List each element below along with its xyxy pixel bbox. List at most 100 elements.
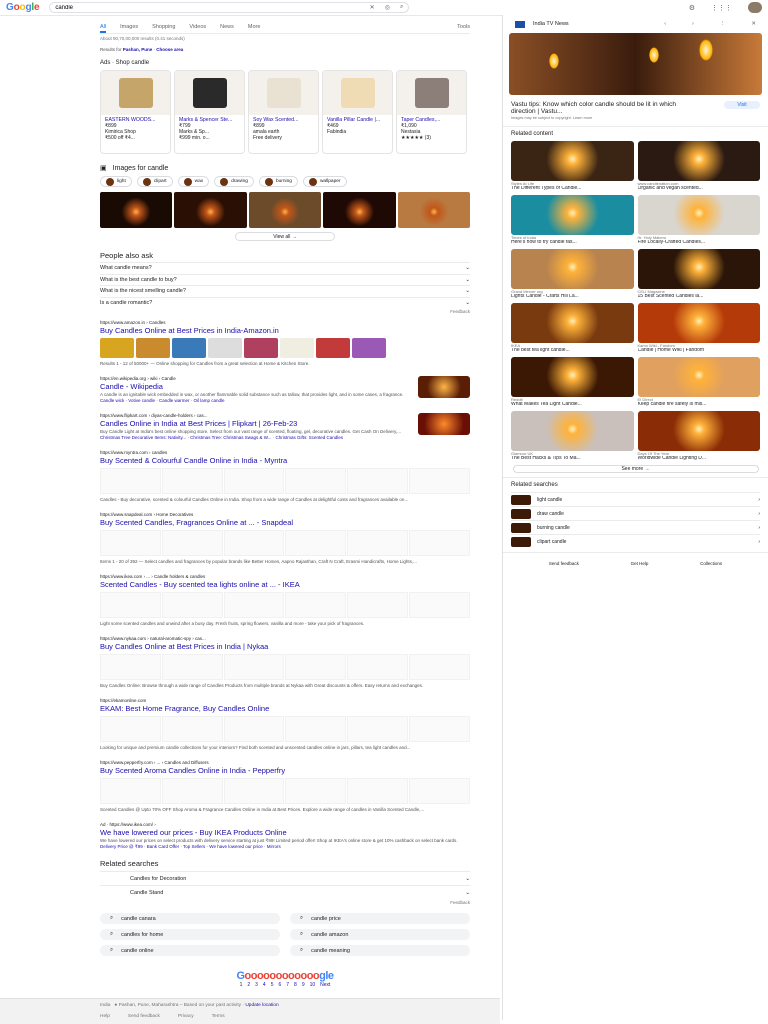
panel-footer-link[interactable]: Collections [700, 561, 722, 566]
result-title[interactable]: Buy Candles Online at Best Prices in Ind… [100, 326, 470, 335]
page-link[interactable]: 2 [247, 982, 250, 988]
product-card[interactable]: Vanilla Pillar Candle |... ₹469 Fabindia [322, 70, 393, 154]
result-image[interactable] [347, 530, 409, 556]
related-card-image[interactable] [637, 195, 760, 235]
related-card[interactable]: IKEA The best tea light candle... [511, 303, 634, 353]
result-image[interactable] [161, 530, 223, 556]
preview-image[interactable] [509, 33, 762, 95]
close-icon[interactable]: ✕ [751, 21, 756, 27]
related-card[interactable]: EI Direct Keep candle fire safely is mis.… [637, 357, 760, 407]
related-card-image[interactable] [637, 141, 760, 181]
result-image[interactable] [347, 778, 409, 804]
result-title[interactable]: Buy Scented Candles, Fragrances Online a… [100, 518, 470, 527]
result-image[interactable] [223, 530, 285, 556]
result-image[interactable] [136, 338, 170, 358]
product-card[interactable]: Marks & Spencer Ste... ₹799 Marks & Sp... ₹… [174, 70, 245, 154]
result-image[interactable] [409, 530, 470, 556]
result-sitelinks[interactable]: Christmas Tree Decorative Items: Nativit… [100, 435, 470, 441]
search-icon[interactable]: ⌕ [400, 4, 403, 11]
search-box[interactable]: ✕ ◎ ⌕ [49, 2, 410, 13]
result-title[interactable]: Buy Scented Aroma Candles Online in Indi… [100, 766, 470, 775]
result-image[interactable] [100, 654, 161, 680]
feedback-link[interactable]: Feedback [100, 309, 470, 314]
result-image[interactable] [347, 592, 409, 618]
related-search-item[interactable]: Candle Stand ⌄ [100, 885, 470, 899]
page-link[interactable]: 9 [302, 982, 305, 988]
clear-icon[interactable]: ✕ [370, 4, 375, 11]
result-image[interactable] [223, 592, 285, 618]
related-card-image[interactable] [511, 357, 634, 397]
result-title[interactable]: Candle - Wikipedia [100, 382, 470, 391]
related-card[interactable]: Glamour UK The Best Hacks & Tips To Ma... [511, 411, 634, 461]
paa-question[interactable]: What is the nicest smelling candle? ⌄ [100, 285, 470, 297]
tab-tools[interactable]: Tools [457, 20, 470, 33]
product-image[interactable] [323, 71, 392, 115]
tab-videos[interactable]: Videos [189, 20, 206, 33]
result-image[interactable] [100, 530, 161, 556]
paa-question[interactable]: Is a candle romantic? ⌄ [100, 296, 470, 309]
result-sitelinks[interactable]: Delivery Price @ ₹99 · Bank Card Offer ·… [100, 844, 470, 850]
page-link[interactable]: 4 [263, 982, 266, 988]
product-card[interactable]: Soy Wax Scented... ₹899 amala earth Free de… [248, 70, 319, 154]
result-image[interactable] [100, 338, 134, 358]
related-pill[interactable]: ⌕ candle amazon [290, 929, 470, 940]
result-image[interactable] [285, 716, 347, 742]
related-pill[interactable]: ⌕ candle price [290, 913, 470, 924]
preview-title[interactable]: Vastu tips: Know which color candle shou… [511, 101, 701, 115]
result-image[interactable] [161, 716, 223, 742]
panel-source[interactable]: India TV News [533, 21, 569, 27]
result-image[interactable] [285, 592, 347, 618]
related-card[interactable]: Grand Mercer org Lights Candle - Crafts H… [511, 249, 634, 299]
update-location-link[interactable]: Update location [245, 1003, 278, 1008]
related-card[interactable]: Reddit What Makes Tea Light Candle... [511, 357, 634, 407]
see-more-button[interactable]: See more → [512, 465, 759, 473]
result-title[interactable]: EKAM: Best Home Fragrance, Buy Candles O… [100, 704, 470, 713]
product-title[interactable]: Taper Candles,... [397, 115, 466, 123]
result-url[interactable]: https://www.ikea.com › ... › Candle hold… [100, 574, 470, 579]
result-url[interactable]: https://www.flipkart.com › diyas-candle-… [100, 413, 470, 418]
image-chip[interactable]: clipart [136, 176, 173, 187]
result-image[interactable] [316, 338, 350, 358]
result-image[interactable] [347, 654, 409, 680]
lens-icon[interactable]: ◎ [385, 4, 390, 11]
image-chip[interactable]: burning [258, 176, 298, 187]
result-image[interactable] [161, 778, 223, 804]
choose-area-link[interactable]: Choose area [156, 47, 183, 52]
page-link[interactable]: 8 [294, 982, 297, 988]
result-image[interactable] [100, 592, 161, 618]
result-image[interactable] [280, 338, 314, 358]
panel-related-item[interactable]: burning candle › [511, 520, 760, 534]
footer-link[interactable]: Terms [212, 1014, 225, 1019]
result-image[interactable] [100, 716, 161, 742]
result-image[interactable] [352, 338, 386, 358]
result-url[interactable]: https://www.amazon.in › Candles [100, 320, 470, 325]
result-image[interactable] [409, 654, 470, 680]
result-image[interactable] [409, 778, 470, 804]
result-image[interactable] [244, 338, 278, 358]
result-image[interactable] [100, 468, 161, 494]
result-url[interactable]: Ad · https://www.ikea.com/ › [100, 822, 470, 827]
result-url[interactable]: https://www.nykaa.com › natural-aromatic… [100, 636, 470, 641]
footer-link[interactable]: Privacy [178, 1014, 194, 1019]
paa-question[interactable]: What candle means? ⌄ [100, 262, 470, 274]
more-icon[interactable]: ⋮ [720, 21, 726, 27]
result-url[interactable]: https://ekamonline.com [100, 698, 470, 703]
related-card[interactable]: www.candlenation.com Organic and vegan sc… [637, 141, 760, 191]
product-title[interactable]: Soy Wax Scented... [249, 115, 318, 123]
related-card[interactable]: Kamo Wiki - Fandom Candle | Home Wiki | F… [637, 303, 760, 353]
result-image[interactable] [223, 654, 285, 680]
panel-related-item[interactable]: draw candle › [511, 506, 760, 520]
related-card-image[interactable] [637, 411, 760, 451]
result-url[interactable]: https://www.pepperfry.com › ... › Candle… [100, 760, 470, 765]
result-title[interactable]: Candles Online in India at Best Prices |… [100, 419, 470, 428]
visit-button[interactable]: Visit [724, 101, 760, 109]
tab-images[interactable]: Images [120, 20, 138, 33]
result-image[interactable] [347, 468, 409, 494]
result-title[interactable]: We have lowered our prices - Buy IKEA Pr… [100, 828, 470, 837]
next-icon[interactable]: › [692, 21, 694, 27]
page-link[interactable]: 1 [240, 982, 243, 988]
panel-related-item[interactable]: clipart candle › [511, 534, 760, 548]
result-url[interactable]: https://en.wikipedia.org › wiki › Candle [100, 376, 470, 381]
related-pill[interactable]: ⌕ candle online [100, 945, 280, 956]
search-input[interactable] [55, 4, 360, 11]
